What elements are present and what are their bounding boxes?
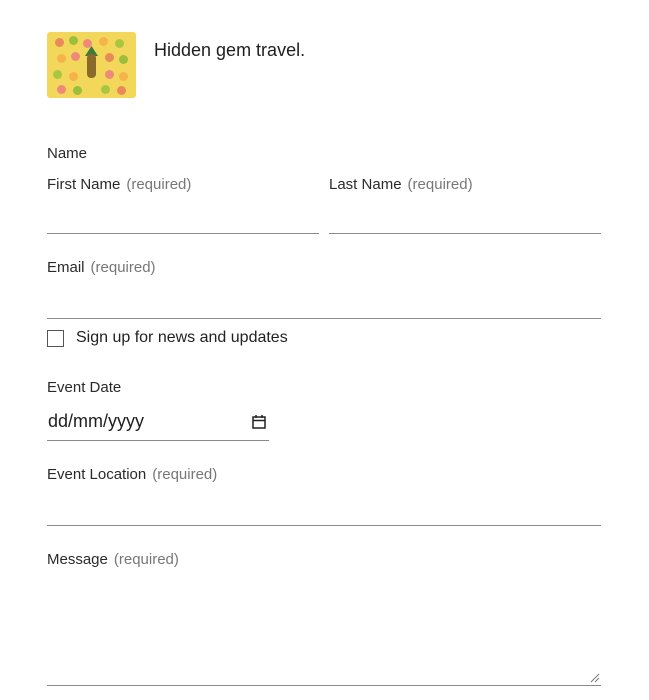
required-indicator: (required) xyxy=(126,176,192,193)
required-indicator: (required) xyxy=(90,259,156,276)
citrus-fruit-image xyxy=(47,32,136,98)
email-label: Email (required) xyxy=(47,259,156,276)
required-indicator: (required) xyxy=(152,466,218,483)
newsletter-checkbox[interactable] xyxy=(47,329,64,347)
message-label: Message (required) xyxy=(47,551,179,568)
last-name-input[interactable] xyxy=(329,200,601,234)
event-location-label-text: Event Location xyxy=(47,466,147,483)
event-date-input[interactable]: dd/mm/yyyy xyxy=(47,403,269,441)
newsletter-option[interactable]: Sign up for news and updates xyxy=(47,329,288,347)
first-name-label-text: First Name xyxy=(47,176,121,193)
required-indicator: (required) xyxy=(113,551,179,568)
required-indicator: (required) xyxy=(407,176,473,193)
email-input[interactable] xyxy=(47,284,601,319)
event-location-input[interactable] xyxy=(47,490,601,526)
resize-handle-icon[interactable] xyxy=(590,673,600,683)
event-location-label: Event Location (required) xyxy=(47,466,217,483)
calendar-icon[interactable] xyxy=(251,414,267,430)
brand-text: Hidden gem travel. xyxy=(154,40,306,60)
name-group-label: Name xyxy=(47,145,88,162)
message-textarea[interactable] xyxy=(47,582,601,686)
email-label-text: Email xyxy=(47,259,85,276)
newsletter-label[interactable]: Sign up for news and updates xyxy=(76,329,288,347)
event-date-placeholder[interactable]: dd/mm/yyyy xyxy=(47,411,144,432)
last-name-label-text: Last Name xyxy=(329,176,402,193)
first-name-input[interactable] xyxy=(47,200,319,234)
message-label-text: Message xyxy=(47,551,108,568)
first-name-label: First Name (required) xyxy=(47,176,191,193)
event-date-label: Event Date xyxy=(47,379,122,396)
last-name-label: Last Name (required) xyxy=(329,176,473,193)
form-header: Hidden gem travel. xyxy=(47,32,305,98)
